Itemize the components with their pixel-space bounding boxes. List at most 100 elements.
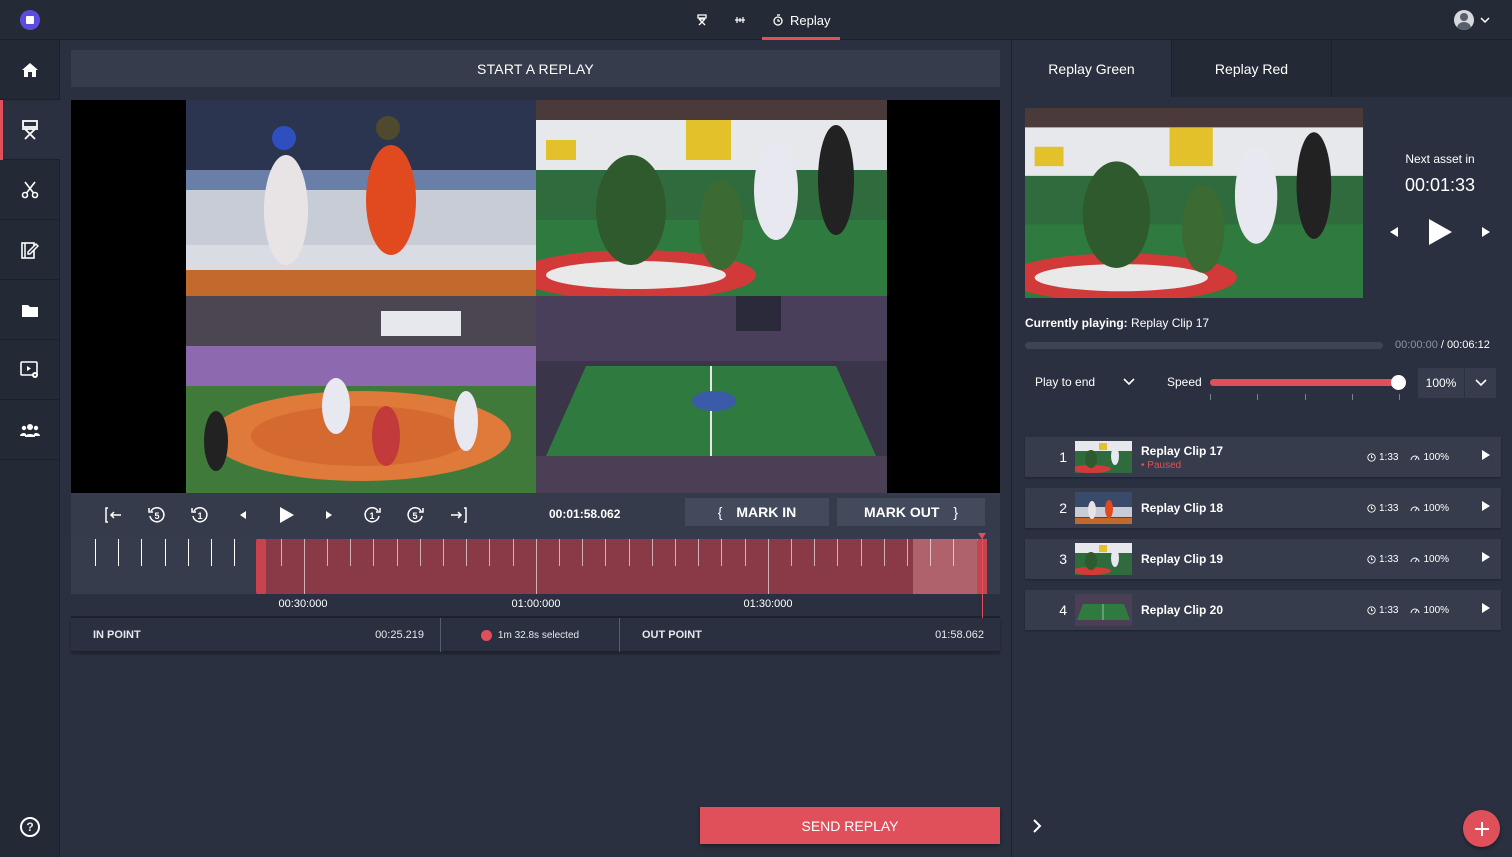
speed-label: Speed <box>1167 375 1202 389</box>
tab-replay-green[interactable]: Replay Green <box>1012 40 1172 97</box>
mark-out-glyph: } <box>953 504 959 520</box>
timeline-tick <box>883 539 885 566</box>
queue-item-speed: 100% <box>1410 452 1449 463</box>
queue-item-duration-value: 1:33 <box>1379 604 1399 616</box>
next-asset-label: Next asset in <box>1405 152 1475 166</box>
queue-item[interactable]: 3 Replay Clip 19 1:33 100% <box>1025 539 1501 579</box>
speed-slider-handle[interactable] <box>1391 375 1406 390</box>
timeline-tick <box>628 539 630 566</box>
queue-item-index: 4 <box>1059 602 1067 618</box>
timeline-tick <box>837 539 839 566</box>
sidebar-item-files[interactable] <box>0 280 60 340</box>
top-nav: Replay <box>686 0 841 40</box>
queue-item[interactable]: 4 Replay Clip 20 1:33 100% <box>1025 590 1501 630</box>
in-point: IN POINT 00:25.219 <box>71 618 441 652</box>
play-mode-select[interactable]: Play to end <box>1035 375 1135 389</box>
output-preview[interactable] <box>1025 108 1363 298</box>
tab-replay-red[interactable]: Replay Red <box>1172 40 1332 97</box>
play-button[interactable] <box>264 493 307 537</box>
skip-forward-5-button[interactable]: 5 <box>393 493 436 537</box>
queue-item-duration-value: 1:33 <box>1379 502 1399 514</box>
queue-item[interactable]: 2 Replay Clip 18 1:33 100% <box>1025 488 1501 528</box>
topnav-timeline[interactable] <box>724 0 762 40</box>
mark-in-button[interactable]: { MARK IN <box>685 498 829 526</box>
camera-feed-3[interactable] <box>186 296 536 493</box>
queue-item[interactable]: 1 Replay Clip 17 • Paused 1:33 100% <box>1025 437 1501 477</box>
queue-item-speed: 100% <box>1410 554 1449 565</box>
timeline-selection[interactable] <box>261 539 987 594</box>
step-forward-button[interactable] <box>307 493 350 537</box>
next-asset-countdown: 00:01:33 <box>1404 175 1476 195</box>
mark-in-label: MARK IN <box>736 504 797 520</box>
timeline-tick <box>419 539 421 566</box>
video-player[interactable] <box>71 100 1000 493</box>
step-back-button[interactable] <box>221 493 264 537</box>
camera-feed-1[interactable] <box>186 100 536 296</box>
chevron-down-icon <box>1474 379 1487 387</box>
timeline-tick <box>767 539 769 594</box>
topnav-director[interactable] <box>686 0 724 40</box>
speed-icon <box>1411 455 1420 460</box>
go-to-in-button[interactable] <box>92 493 135 537</box>
forward-5-icon: 5 <box>406 507 424 523</box>
timeline-scrubber[interactable]: 00:30:000 01:00:000 01:30:000 <box>71 533 1000 618</box>
timeline-tick <box>373 539 375 566</box>
next-icon[interactable] <box>1481 226 1491 238</box>
queue-item-thumbnail <box>1075 543 1132 575</box>
replay-queue: 1 Replay Clip 17 • Paused 1:33 100% 2 Replay C… <box>1025 437 1501 641</box>
add-replay-button[interactable] <box>1463 810 1500 847</box>
speed-select[interactable]: 100% <box>1418 368 1496 398</box>
timeline-tick <box>234 539 236 566</box>
topnav-replay[interactable]: Replay <box>762 0 841 40</box>
chevron-down-icon <box>1480 17 1490 23</box>
replay-icon <box>773 14 783 26</box>
step-forward-icon <box>325 511 332 519</box>
sidebar-item-edit[interactable] <box>0 220 60 280</box>
expand-panel-button[interactable] <box>1032 818 1042 839</box>
timeline-tick <box>698 539 700 566</box>
timeline-label-1: 00:30:000 <box>278 598 328 610</box>
queue-item-play-button[interactable] <box>1481 601 1491 619</box>
user-menu[interactable] <box>1454 10 1490 30</box>
mark-out-button[interactable]: MARK OUT } <box>837 498 985 526</box>
selection-duration-label: 1m 32.8s selected <box>497 629 580 641</box>
speed-dropdown-button[interactable] <box>1464 368 1496 398</box>
sidebar-item-media-settings[interactable] <box>0 340 60 400</box>
queue-item-title: Replay Clip 17 <box>1141 443 1224 458</box>
queue-item-play-button[interactable] <box>1481 550 1491 568</box>
app-logo-icon[interactable] <box>20 10 40 30</box>
queue-item-title-block: Replay Clip 20 <box>1141 603 1223 617</box>
queue-item-play-button[interactable] <box>1481 499 1491 517</box>
playhead[interactable] <box>978 533 987 618</box>
go-to-out-button[interactable] <box>436 493 479 537</box>
sidebar-item-home[interactable] <box>0 40 60 100</box>
timeline-label-3: 01:30:000 <box>743 598 793 610</box>
go-to-out-icon <box>450 507 467 523</box>
timeline-track[interactable] <box>71 537 1000 594</box>
clock-icon <box>1367 452 1376 462</box>
time-separator: / <box>1437 339 1447 351</box>
speed-slider[interactable] <box>1210 375 1406 390</box>
play-icon[interactable] <box>1427 218 1453 246</box>
queue-item-play-button[interactable] <box>1481 448 1491 466</box>
sidebar-item-clip[interactable] <box>0 160 60 220</box>
previous-icon[interactable] <box>1389 226 1399 238</box>
currently-playing-label: Currently playing: <box>1025 316 1128 330</box>
help-icon[interactable]: ? <box>20 817 40 837</box>
playback-progress-bar[interactable] <box>1025 342 1383 349</box>
skip-back-1-button[interactable]: 1 <box>178 493 221 537</box>
send-replay-button[interactable]: SEND REPLAY <box>700 807 1000 844</box>
skip-back-5-button[interactable]: 5 <box>135 493 178 537</box>
record-dot-icon <box>480 629 492 641</box>
out-point: OUT POINT 01:58.062 <box>620 618 1000 652</box>
home-icon <box>22 62 38 77</box>
speed-icon <box>1411 557 1420 562</box>
play-icon <box>1482 552 1490 562</box>
camera-feed-2[interactable] <box>536 100 887 296</box>
skip-forward-1-button[interactable]: 1 <box>350 493 393 537</box>
queue-item-speed: 100% <box>1410 605 1449 616</box>
in-point-handle[interactable] <box>256 539 267 594</box>
sidebar-item-director[interactable] <box>0 100 60 160</box>
camera-feed-4[interactable] <box>536 296 887 493</box>
sidebar-item-team[interactable] <box>0 400 60 460</box>
